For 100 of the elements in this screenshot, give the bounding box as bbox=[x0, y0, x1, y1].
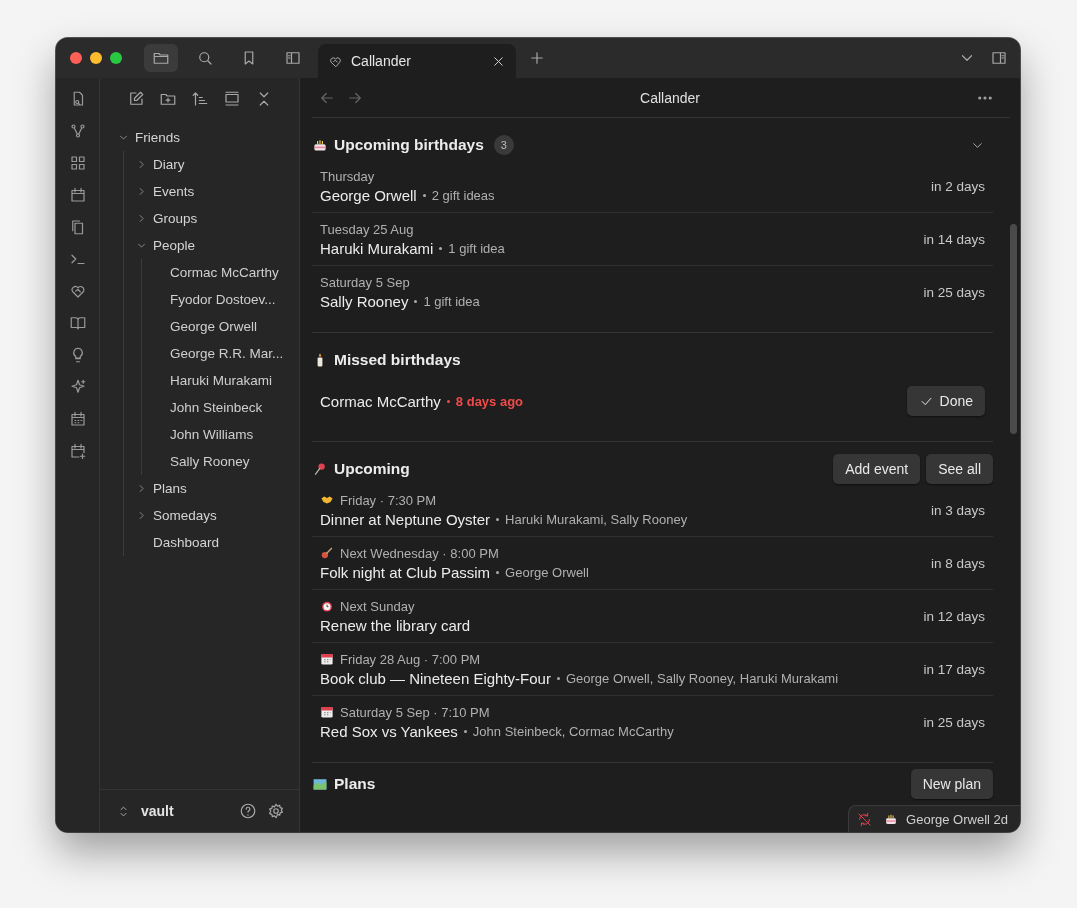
tab-title: Callander bbox=[351, 53, 412, 69]
note-tab[interactable]: Callander bbox=[318, 44, 516, 78]
person-name: Cormac McCarthy bbox=[320, 392, 441, 410]
event-people: John Steinbeck, Cormac McCarthy bbox=[472, 723, 674, 739]
done-button[interactable]: Done bbox=[906, 386, 985, 416]
event-time: Saturday 5 Sep · 7:10 PM bbox=[340, 704, 490, 720]
file-item[interactable]: Cormac McCarthy bbox=[170, 259, 299, 286]
file-item[interactable]: John Williams bbox=[170, 421, 299, 448]
gift-ideas: 2 gift ideas bbox=[431, 187, 495, 203]
event-title: Dinner at Neptune Oyster bbox=[320, 510, 491, 528]
help-icon[interactable] bbox=[239, 802, 257, 820]
calendar-icon bbox=[320, 652, 334, 666]
calendar-plus-icon[interactable] bbox=[68, 442, 87, 460]
gift-ideas: 1 gift idea bbox=[423, 293, 480, 309]
calendar-grid-icon[interactable] bbox=[68, 410, 87, 428]
folder-item[interactable]: Diary bbox=[135, 151, 299, 178]
birthday-row[interactable]: Saturday 5 Sep Sally Rooney 1 gift idea in 25 days bbox=[312, 266, 993, 318]
separator-dot bbox=[414, 299, 418, 303]
settings-icon[interactable] bbox=[267, 802, 285, 820]
separator-dot bbox=[446, 399, 450, 403]
event-title: Folk night at Club Passim bbox=[320, 563, 491, 581]
new-plan-button[interactable]: New plan bbox=[910, 769, 993, 799]
file-item[interactable]: Haruki Murakami bbox=[170, 367, 299, 394]
separator-dot bbox=[463, 729, 467, 733]
folder-item[interactable]: Groups bbox=[135, 205, 299, 232]
event-people: George Orwell bbox=[505, 564, 589, 580]
map-icon bbox=[312, 776, 328, 792]
collapse-icon[interactable] bbox=[222, 90, 241, 108]
file-item[interactable]: George R.R. Mar... bbox=[170, 340, 299, 367]
due-label: in 3 days bbox=[930, 502, 985, 518]
event-row[interactable]: Friday 28 Aug · 7:00 PM Book club — Nineteen Eighty-Four George Orwell, Sally Rooney, Haruki Murakami in 17 days bbox=[312, 643, 993, 696]
birthday-row[interactable]: Tuesday 25 Aug Haruki Murakami 1 gift idea in 14 days bbox=[312, 213, 993, 266]
scrollbar-thumb[interactable] bbox=[1010, 224, 1017, 434]
right-sidebar-icon[interactable] bbox=[990, 49, 1008, 67]
sidebar-icon bbox=[284, 49, 302, 67]
book-icon[interactable] bbox=[68, 314, 87, 332]
sort-icon[interactable] bbox=[190, 90, 209, 108]
due-label: in 2 days bbox=[930, 178, 985, 194]
file-item[interactable]: Fyodor Dostoev... bbox=[170, 286, 299, 313]
gift-ideas: 1 gift idea bbox=[448, 240, 505, 256]
due-label: in 17 days bbox=[923, 661, 985, 677]
separator-dot bbox=[422, 193, 426, 197]
file-item[interactable]: George Orwell bbox=[170, 313, 299, 340]
folder-item[interactable]: Somedays bbox=[135, 502, 299, 529]
due-label: in 25 days bbox=[923, 714, 985, 730]
event-time: Next Wednesday · 8:00 PM bbox=[340, 545, 499, 561]
file-item[interactable]: John Steinbeck bbox=[170, 394, 299, 421]
search-icon bbox=[196, 49, 214, 67]
cake-icon bbox=[884, 812, 899, 826]
count-badge: 3 bbox=[493, 135, 514, 155]
birthday-date: Tuesday 25 Aug bbox=[320, 221, 415, 237]
separator-dot bbox=[556, 676, 560, 680]
pushpin-icon bbox=[312, 461, 328, 477]
section-title: Upcoming birthdays bbox=[334, 136, 484, 154]
see-all-button[interactable]: See all bbox=[926, 454, 993, 484]
file-item[interactable]: Sally Rooney bbox=[170, 448, 299, 475]
birthday-reminder[interactable]: George Orwell 2d bbox=[906, 811, 1008, 827]
event-row[interactable]: Next Sunday Renew the library card in 12 days bbox=[312, 590, 993, 643]
separator-dot bbox=[496, 517, 500, 521]
due-label: in 8 days bbox=[930, 555, 985, 571]
event-row[interactable]: Friday · 7:30 PM Dinner at Neptune Oyster Haruki Murakami, Sally Rooney in 3 days bbox=[312, 484, 993, 537]
folder-item[interactable]: Events bbox=[135, 178, 299, 205]
event-row[interactable]: Saturday 5 Sep · 7:10 PM Red Sox vs Yankees John Steinbeck, Cormac McCarthy in 25 days bbox=[312, 696, 993, 748]
calendar-icon[interactable] bbox=[68, 186, 87, 204]
view-title: Callander bbox=[639, 89, 701, 106]
file-item[interactable]: Dashboard bbox=[135, 529, 299, 556]
section-title: Plans bbox=[334, 775, 376, 793]
cake-icon bbox=[312, 137, 328, 153]
zoom-window-button[interactable] bbox=[110, 52, 122, 64]
add-event-button[interactable]: Add event bbox=[833, 454, 921, 484]
section-title: Upcoming bbox=[334, 460, 410, 478]
separator-dot bbox=[439, 246, 443, 250]
vault-name[interactable]: vault bbox=[141, 803, 174, 819]
person-name: George Orwell bbox=[320, 186, 417, 204]
sparkle-icon[interactable] bbox=[68, 378, 87, 396]
folder-item[interactable]: Plans bbox=[135, 475, 299, 502]
grid-icon[interactable] bbox=[68, 154, 87, 172]
event-title: Renew the library card bbox=[320, 616, 471, 634]
close-window-button[interactable] bbox=[70, 52, 82, 64]
event-people: George Orwell, Sally Rooney, Haruki Murakami bbox=[565, 670, 839, 686]
due-label: in 14 days bbox=[923, 231, 985, 247]
graph-icon[interactable] bbox=[68, 122, 87, 140]
event-time: Friday · 7:30 PM bbox=[340, 492, 437, 508]
birthday-row[interactable]: Thursday George Orwell 2 gift ideas in 2 days bbox=[312, 160, 993, 213]
guitar-icon bbox=[320, 546, 334, 560]
birthday-date: Thursday bbox=[320, 168, 376, 184]
calendar-icon bbox=[320, 705, 334, 719]
minimize-window-button[interactable] bbox=[90, 52, 102, 64]
person-name: Sally Rooney bbox=[320, 292, 409, 310]
file-explorer-button[interactable] bbox=[144, 44, 178, 72]
event-row[interactable]: Next Wednesday · 8:00 PM Folk night at Club Passim George Orwell in 8 days bbox=[312, 537, 993, 590]
folder-item[interactable]: Friends bbox=[117, 124, 299, 151]
event-people: Haruki Murakami, Sally Rooney bbox=[505, 511, 688, 527]
sync-off-icon[interactable] bbox=[857, 811, 873, 827]
folder-item[interactable]: People bbox=[135, 232, 299, 259]
due-label: in 12 days bbox=[923, 608, 985, 624]
new-tab-icon[interactable] bbox=[528, 49, 546, 67]
event-time: Next Sunday bbox=[340, 598, 415, 614]
overdue-label: 8 days ago bbox=[455, 393, 524, 409]
due-label: in 25 days bbox=[923, 284, 985, 300]
